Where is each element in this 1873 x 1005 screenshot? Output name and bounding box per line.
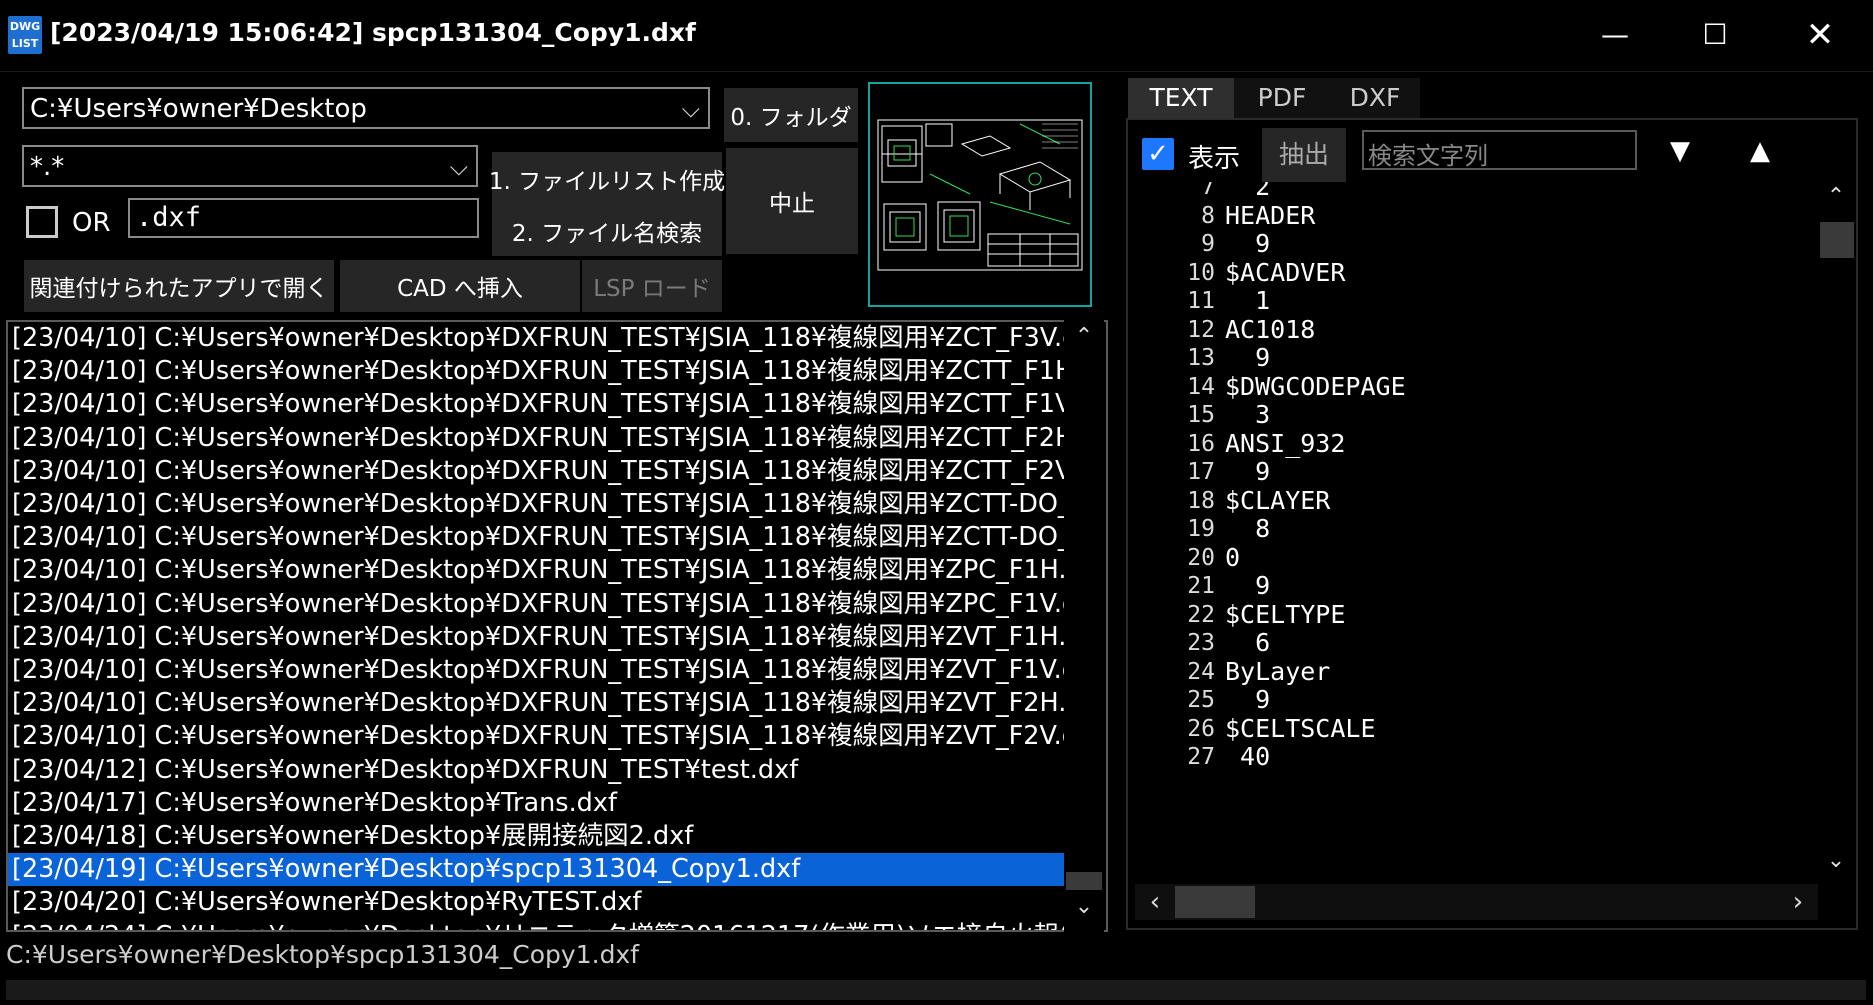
app-icon: DWG LIST (8, 16, 42, 54)
text-vertical-scrollbar[interactable]: ⌃ ⌄ (1818, 182, 1854, 884)
scroll-left-icon[interactable]: ‹ (1135, 884, 1175, 920)
folder-path-value: C:¥Users¥owner¥Desktop (30, 94, 367, 124)
list-item[interactable]: [23/04/10] C:¥Users¥owner¥Desktop¥DXFRUN… (8, 388, 1068, 421)
list-item[interactable]: [23/04/10] C:¥Users¥owner¥Desktop¥DXFRUN… (8, 621, 1068, 654)
stop-button[interactable]: 中止 (726, 148, 858, 254)
find-next-button[interactable]: ▼ (1670, 136, 1690, 166)
list-item[interactable]: [23/04/10] C:¥Users¥owner¥Desktop¥DXFRUN… (8, 521, 1068, 554)
show-label: 表示 (1188, 144, 1241, 174)
text-line: 27 40 (1135, 740, 1815, 774)
tab-dxf[interactable]: DXF (1330, 78, 1420, 118)
scrollbar-thumb[interactable] (1066, 872, 1102, 890)
list-item[interactable]: [23/04/18] C:¥Users¥owner¥Desktop¥展開接続図2… (8, 820, 1068, 853)
file-list-scrollbar[interactable]: ⌃ ⌄ (1064, 320, 1104, 932)
search-placeholder: 検索文字列 (1368, 142, 1488, 170)
scrollbar-thumb[interactable] (1175, 886, 1255, 918)
text-content-view[interactable]: 7 2 8 HEADER 9 9 10 $ACADVER 11 1 12 AC1018 13 91… (1135, 182, 1850, 884)
list-item[interactable]: [23/04/10] C:¥Users¥owner¥Desktop¥DXFRUN… (8, 654, 1068, 687)
list-item[interactable]: [23/04/12] C:¥Users¥owner¥Desktop¥DXFRUN… (8, 754, 1068, 787)
minimize-icon[interactable]: — (1580, 10, 1650, 60)
list-item[interactable]: [23/04/24] C:¥Users¥owner¥Desktop¥リニテック増… (8, 920, 1068, 930)
list-item[interactable]: [23/04/17] C:¥Users¥owner¥Desktop¥Trans.… (8, 787, 1068, 820)
list-item[interactable]: [23/04/10] C:¥Users¥owner¥Desktop¥DXFRUN… (8, 588, 1068, 621)
list-item[interactable]: [23/04/10] C:¥Users¥owner¥Desktop¥DXFRUN… (8, 355, 1068, 388)
or-label: OR (72, 208, 111, 238)
scroll-down-icon[interactable]: ⌄ (1818, 848, 1854, 873)
tab-pdf[interactable]: PDF (1234, 78, 1330, 118)
line-text: 40 (1225, 742, 1271, 771)
window-title: [2023/04/19 15:06:42] spcp131304_Copy1.d… (50, 18, 696, 47)
extract-button[interactable]: 抽出 (1262, 128, 1346, 182)
folder-combobox[interactable]: C:¥Users¥owner¥Desktop ⌵ (22, 87, 710, 129)
list-item[interactable]: [23/04/20] C:¥Users¥owner¥Desktop¥RyTEST… (8, 886, 1068, 919)
status-bar (6, 980, 1866, 1000)
app-icon-text-bottom: LIST (11, 37, 39, 50)
drawing-preview-image (877, 119, 1083, 271)
list-item[interactable]: [23/04/10] C:¥Users¥owner¥Desktop¥DXFRUN… (8, 455, 1068, 488)
search-input[interactable]: 検索文字列 (1362, 130, 1637, 170)
filter-combobox[interactable]: *.* ⌵ (22, 145, 478, 187)
scroll-up-icon[interactable]: ⌃ (1064, 324, 1104, 349)
chevron-down-icon: ⌵ (681, 95, 700, 123)
scroll-up-icon[interactable]: ⌃ (1818, 184, 1854, 209)
line-number: 27 (1187, 744, 1215, 770)
scroll-right-icon[interactable]: › (1778, 884, 1818, 920)
scrollbar-thumb[interactable] (1820, 222, 1854, 258)
list-item[interactable]: [23/04/10] C:¥Users¥owner¥Desktop¥DXFRUN… (8, 720, 1068, 753)
lsp-load-button[interactable]: LSP ロード (582, 260, 722, 312)
cad-insert-button[interactable]: CAD へ挿入 (340, 260, 580, 312)
chevron-down-icon: ⌵ (449, 153, 468, 181)
status-path: C:¥Users¥owner¥Desktop¥spcp131304_Copy1.… (6, 940, 640, 969)
list-item[interactable]: [23/04/10] C:¥Users¥owner¥Desktop¥DXFRUN… (8, 488, 1068, 521)
drawing-preview (868, 82, 1092, 307)
find-previous-button[interactable]: ▲ (1750, 136, 1770, 166)
maximize-icon[interactable]: ☐ (1680, 10, 1750, 60)
folder-button[interactable]: 0. フォルダ (724, 88, 858, 142)
show-checkbox[interactable]: ✓ (1142, 138, 1174, 170)
filter-value: *.* (30, 152, 65, 182)
list-item[interactable]: [23/04/10] C:¥Users¥owner¥Desktop¥DXFRUN… (8, 322, 1068, 355)
tab-text[interactable]: TEXT (1128, 78, 1234, 118)
file-name-search-button[interactable]: 2. ファイル名検索 (492, 206, 722, 256)
or-checkbox[interactable] (26, 206, 58, 238)
make-file-list-button[interactable]: 1. ファイルリスト作成 (489, 152, 725, 206)
scroll-down-icon[interactable]: ⌄ (1064, 894, 1104, 919)
close-icon[interactable]: ✕ (1785, 10, 1855, 60)
app-icon-text-top: DWG (9, 20, 41, 33)
open-with-associated-app-button[interactable]: 関連付けられたアプリで開く (24, 260, 334, 312)
text-horizontal-scrollbar[interactable]: ‹ › (1135, 884, 1818, 920)
extension-input[interactable]: .dxf (128, 198, 479, 238)
list-item[interactable]: [23/04/19] C:¥Users¥owner¥Desktop¥spcp13… (8, 853, 1068, 887)
list-item[interactable]: [23/04/10] C:¥Users¥owner¥Desktop¥DXFRUN… (8, 422, 1068, 455)
list-item[interactable]: [23/04/10] C:¥Users¥owner¥Desktop¥DXFRUN… (8, 687, 1068, 720)
file-list[interactable]: [23/04/10] C:¥Users¥owner¥Desktop¥DXFRUN… (6, 320, 1108, 932)
list-item[interactable]: [23/04/10] C:¥Users¥owner¥Desktop¥DXFRUN… (8, 554, 1068, 587)
extension-value: .dxf (136, 202, 202, 233)
file-list-items: [23/04/10] C:¥Users¥owner¥Desktop¥DXFRUN… (8, 322, 1068, 930)
